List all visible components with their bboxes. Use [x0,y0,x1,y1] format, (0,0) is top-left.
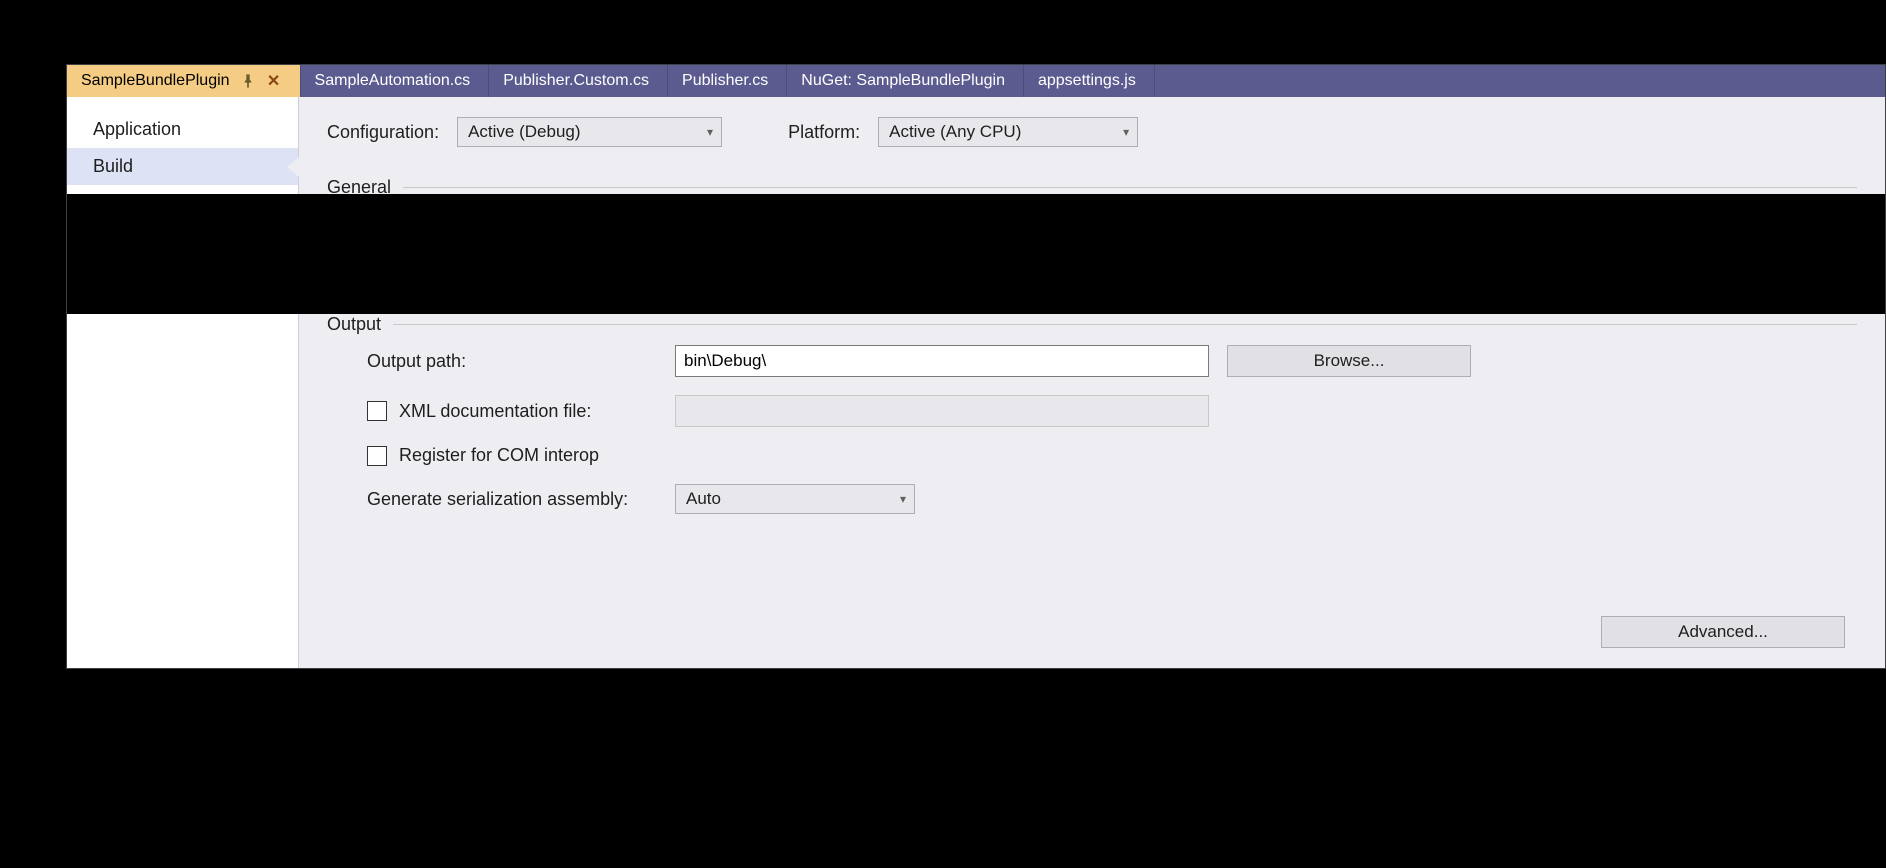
tab-appsettings[interactable]: appsettings.js [1024,65,1155,97]
tab-sampleautomation[interactable]: SampleAutomation.cs [301,65,490,97]
xml-doc-checkbox[interactable] [367,401,387,421]
section-output: Output [327,314,1857,335]
content-area: Application Build Build Events Debug Con… [67,97,1885,668]
tab-label: Publisher.cs [682,72,768,90]
tab-label: appsettings.js [1038,72,1136,90]
serialization-label: Generate serialization assembly: [367,489,657,510]
pin-icon[interactable] [240,73,256,89]
output-group: Output path: Browse... XML documentation… [327,345,1857,514]
tab-active[interactable]: SampleBundlePlugin ✕ [67,65,301,97]
xml-doc-label: XML documentation file: [399,401,591,422]
close-icon[interactable]: ✕ [266,73,282,89]
configuration-label: Configuration: [327,122,439,143]
configuration-value: Active (Debug) [468,122,580,142]
chevron-down-icon: ▾ [1123,125,1129,139]
section-output-label: Output [327,314,381,335]
serialization-row: Generate serialization assembly: Auto ▾ [367,484,1857,514]
xml-doc-row: XML documentation file: [367,395,1857,427]
chevron-down-icon: ▾ [900,492,906,506]
platform-dropdown[interactable]: Active (Any CPU) ▾ [878,117,1138,147]
browse-button[interactable]: Browse... [1227,345,1471,377]
divider [403,187,1857,188]
serialization-dropdown[interactable]: Auto ▾ [675,484,915,514]
tab-label: Publisher.Custom.cs [503,72,649,90]
com-interop-label: Register for COM interop [399,445,599,466]
tab-publisher[interactable]: Publisher.cs [668,65,787,97]
torn-region [67,208,1885,300]
output-path-label: Output path: [367,351,657,372]
advanced-button[interactable]: Advanced... [1601,616,1845,648]
tab-nuget[interactable]: NuGet: SampleBundlePlugin [787,65,1024,97]
property-page-sidebar: Application Build Build Events Debug [67,97,299,668]
sidebar-item-application[interactable]: Application [67,111,298,148]
com-interop-checkbox[interactable] [367,446,387,466]
com-interop-row: Register for COM interop [367,445,1857,466]
xml-doc-path-input [675,395,1209,427]
configuration-dropdown[interactable]: Active (Debug) ▾ [457,117,722,147]
build-settings-panel: Configuration: Active (Debug) ▾ Platform… [299,97,1885,668]
output-path-row: Output path: Browse... [367,345,1857,377]
output-path-input[interactable] [675,345,1209,377]
serialization-value: Auto [686,489,721,509]
platform-value: Active (Any CPU) [889,122,1021,142]
config-platform-row: Configuration: Active (Debug) ▾ Platform… [327,117,1857,147]
tab-publisher-custom[interactable]: Publisher.Custom.cs [489,65,668,97]
sidebar-item-build[interactable]: Build [67,148,298,185]
chevron-down-icon: ▾ [707,125,713,139]
document-tabs: SampleBundlePlugin ✕ SampleAutomation.cs… [67,65,1885,97]
project-properties-window: SampleBundlePlugin ✕ SampleAutomation.cs… [66,64,1886,669]
tab-label: NuGet: SampleBundlePlugin [801,72,1005,90]
tab-label: SampleBundlePlugin [81,72,230,90]
tab-label: SampleAutomation.cs [315,72,471,90]
divider [393,324,1857,325]
platform-label: Platform: [788,122,860,143]
